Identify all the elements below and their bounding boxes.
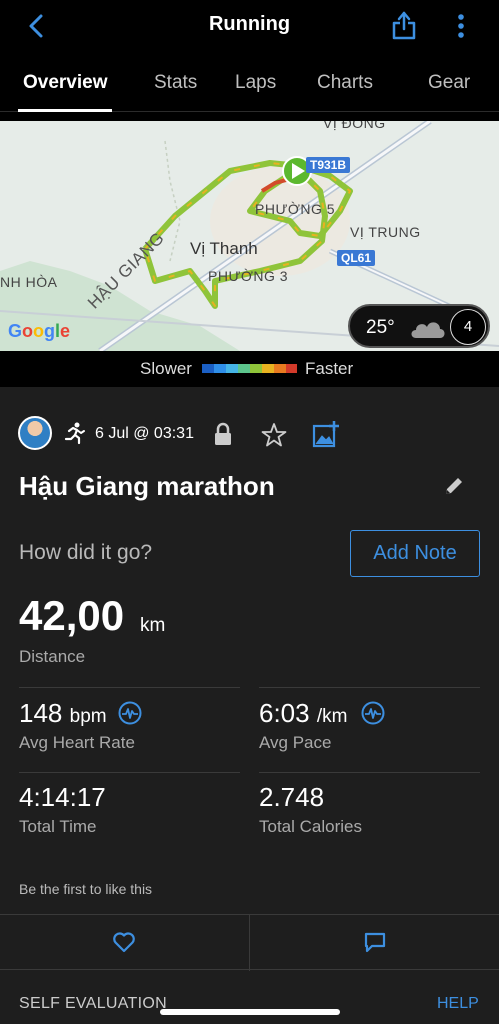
heart-rate-stat: 148 bpm — [19, 698, 107, 729]
divider — [259, 772, 480, 773]
pace-unit: /km — [316, 706, 348, 727]
comment-icon[interactable] — [363, 931, 387, 953]
heart-rate-value: 148 — [19, 698, 63, 728]
total-calories-label: Total Calories — [259, 817, 362, 836]
divider — [19, 687, 240, 688]
heart-rate-chart-icon[interactable] — [118, 701, 142, 725]
help-link[interactable]: HELP — [437, 995, 479, 1013]
like-prompt: Be the first to like this — [19, 881, 153, 897]
tab-gear[interactable]: Gear — [428, 72, 470, 94]
divider — [19, 772, 240, 773]
pace-legend: Slower Faster — [0, 351, 499, 387]
distance-value: 42,00 — [19, 592, 125, 639]
pace-label: Avg Pace — [259, 733, 332, 752]
divider — [249, 915, 250, 971]
map-label-phuong-5: PHƯỜNG 5 — [255, 201, 336, 217]
map-label-vi-dong: VỊ ĐÔNG — [323, 121, 386, 131]
map-label-vi-thanh: Vị Thanh — [190, 239, 258, 258]
like-heart-icon[interactable] — [112, 931, 136, 953]
tab-overview[interactable]: Overview — [23, 72, 108, 94]
star-icon[interactable] — [261, 422, 287, 448]
tab-bar: Overview Stats Laps Charts Gear — [0, 52, 499, 112]
home-indicator[interactable] — [160, 1009, 340, 1015]
lock-icon[interactable] — [212, 422, 234, 446]
pace-chart-icon[interactable] — [361, 701, 385, 725]
add-photo-icon[interactable] — [312, 420, 340, 448]
pace-value: 6:03 — [259, 698, 310, 728]
divider — [259, 687, 480, 688]
map-label-nh-hoa: NH HÒA — [0, 274, 58, 290]
total-time-value: 4:14:17 — [19, 782, 106, 812]
legend-faster: Faster — [305, 359, 354, 378]
self-evaluation-heading: SELF EVALUATION — [19, 995, 167, 1012]
tab-charts[interactable]: Charts — [317, 72, 373, 94]
legend-slower: Slower — [140, 359, 192, 378]
note-prompt: How did it go? — [19, 541, 153, 564]
map-label-vi-trung: VỊ TRUNG — [350, 224, 421, 240]
cloud-icon — [411, 322, 445, 338]
edit-pencil-icon[interactable] — [443, 475, 465, 497]
route-map[interactable]: VỊ ĐÔNG T931B PHƯỜNG 5 Vị Thanh VỊ TRUNG… — [0, 121, 499, 351]
activity-summary: 6 Jul @ 03:31 Hậu Giang marathon How did… — [0, 387, 499, 1024]
pace-gradient-bar — [202, 364, 297, 373]
page-title: Running — [208, 13, 291, 35]
social-actions — [0, 914, 499, 971]
more-options-icon[interactable] — [452, 12, 470, 40]
compass-icon: 4 — [450, 309, 486, 345]
tab-laps[interactable]: Laps — [235, 72, 276, 94]
total-time-label: Total Time — [19, 817, 97, 836]
tab-stats[interactable]: Stats — [154, 72, 197, 94]
distance-unit: km — [140, 615, 166, 636]
activity-date: 6 Jul @ 03:31 — [95, 425, 194, 442]
heart-rate-label: Avg Heart Rate — [19, 733, 135, 752]
road-badge-ql61: QL61 — [337, 250, 376, 266]
google-logo: Google — [8, 321, 71, 341]
total-calories-value: 2.748 — [259, 782, 325, 812]
activity-title: Hậu Giang marathon — [19, 471, 275, 501]
active-tab-indicator — [18, 109, 112, 112]
avatar[interactable] — [18, 416, 52, 450]
weather-badge: 25° 4 — [348, 304, 490, 348]
distance-label: Distance — [19, 647, 86, 666]
road-badge-t931b: T931B — [306, 157, 351, 173]
heart-rate-unit: bpm — [69, 706, 107, 727]
share-icon[interactable] — [391, 10, 417, 40]
top-bar: Running — [0, 0, 499, 52]
running-icon — [64, 422, 85, 445]
add-note-button[interactable]: Add Note — [350, 530, 480, 577]
map-label-phuong-3: PHƯỜNG 3 — [208, 268, 289, 284]
weather-temperature: 25° — [366, 317, 395, 338]
pace-stat: 6:03 /km — [259, 698, 347, 729]
